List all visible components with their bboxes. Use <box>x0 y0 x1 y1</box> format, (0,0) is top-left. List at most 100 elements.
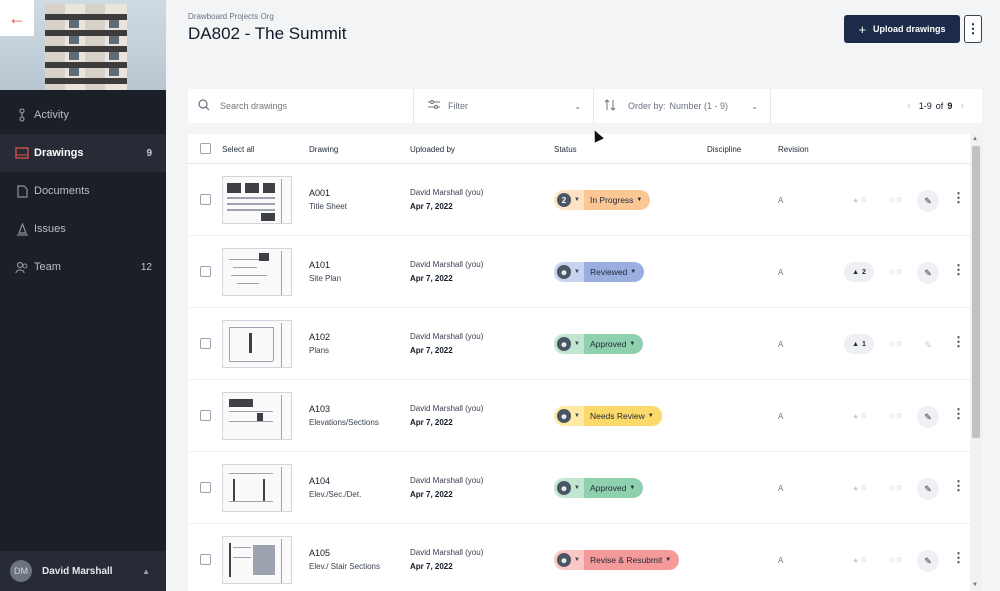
table-row[interactable]: A001 Title Sheet David Marshall (you) Ap… <box>188 164 970 236</box>
drawing-thumbnail[interactable] <box>222 320 292 368</box>
sidebar-nav: Activity Drawings 9 Documents Issues Tea… <box>0 96 166 286</box>
assignee-selector[interactable]: ☻ ▼ <box>554 334 584 354</box>
status-badge[interactable]: ☻ ▼ Needs Review ▼ <box>554 406 662 426</box>
order-by-dropdown[interactable]: Order by: Number (1 - 9) ⌄ <box>594 89 771 123</box>
building-photo <box>45 4 127 90</box>
assignee-selector[interactable]: ☻ ▼ <box>554 406 584 426</box>
row-checkbox[interactable] <box>200 266 211 277</box>
table-row[interactable]: A101 Site Plan David Marshall (you) Apr … <box>188 236 970 308</box>
sidebar-item-drawings[interactable]: Drawings 9 <box>0 134 166 172</box>
chevron-down-icon: ▼ <box>574 557 580 563</box>
edit-button[interactable]: ✎ <box>917 550 939 572</box>
tags-count-button[interactable]: ◇ 0 <box>880 190 910 210</box>
table-row[interactable]: A104 Elev./Sec./Det. David Marshall (you… <box>188 452 970 524</box>
drawing-thumbnail[interactable] <box>222 536 292 584</box>
issues-count-button[interactable]: ▲ 1 <box>844 334 874 354</box>
assignee-selector[interactable]: ☻ ▼ <box>554 478 584 498</box>
edit-button[interactable]: ✎ <box>917 406 939 428</box>
issues-count-button[interactable]: ▲ 0 <box>844 406 874 426</box>
issues-count-button[interactable]: ▲ 0 <box>844 478 874 498</box>
row-checkbox[interactable] <box>200 194 211 205</box>
scroll-up-icon[interactable]: ▲ <box>972 136 978 142</box>
avatar: DM <box>10 560 32 582</box>
drawing-name: Elevations/Sections <box>309 418 379 427</box>
next-page-icon[interactable]: › <box>960 100 964 112</box>
assignee-avatar: ☻ <box>557 409 571 423</box>
status-selector[interactable]: Revise & Resubmit ▼ <box>583 550 680 570</box>
drawing-thumbnail[interactable] <box>222 392 292 440</box>
back-button[interactable]: ← <box>0 0 34 36</box>
table-row[interactable]: A103 Elevations/Sections David Marshall … <box>188 380 970 452</box>
row-checkbox[interactable] <box>200 338 211 349</box>
issues-count-button[interactable]: ▲ 0 <box>844 190 874 210</box>
status-selector[interactable]: Approved ▼ <box>583 334 644 354</box>
drawing-number[interactable]: A001 <box>309 188 330 198</box>
search-input[interactable] <box>220 101 380 111</box>
header-revision[interactable]: Revision <box>778 145 809 154</box>
upload-drawings-button[interactable]: + Upload drawings <box>844 15 960 43</box>
row-more-button[interactable]: ⋮ <box>952 334 965 350</box>
header-drawing[interactable]: Drawing <box>309 145 338 154</box>
drawing-number[interactable]: A101 <box>309 260 330 270</box>
more-options-button[interactable]: ⋮ <box>964 15 982 43</box>
filter-dropdown[interactable]: Filter ⌄ <box>414 89 594 123</box>
status-selector[interactable]: Approved ▼ <box>583 478 644 498</box>
drawing-number[interactable]: A102 <box>309 332 330 342</box>
edit-button[interactable]: ✎ <box>917 334 939 356</box>
drawing-thumbnail[interactable] <box>222 248 292 296</box>
row-checkbox[interactable] <box>200 410 211 421</box>
tags-count-button[interactable]: ◇ 0 <box>880 262 910 282</box>
drawing-number[interactable]: A103 <box>309 404 330 414</box>
issues-count-button[interactable]: ▲ 2 <box>844 262 874 282</box>
assignee-selector[interactable]: ☻ ▼ <box>554 550 584 570</box>
edit-button[interactable]: ✎ <box>917 262 939 284</box>
drawing-thumbnail[interactable] <box>222 464 292 512</box>
status-label: Approved <box>589 483 627 493</box>
status-badge[interactable]: ☻ ▼ Approved ▼ <box>554 478 644 498</box>
row-more-button[interactable]: ⋮ <box>952 550 965 566</box>
drawing-number[interactable]: A105 <box>309 548 330 558</box>
header-status[interactable]: Status <box>554 145 577 154</box>
sidebar-item-team[interactable]: Team 12 <box>0 248 166 286</box>
tags-count-button[interactable]: ◇ 0 <box>880 478 910 498</box>
header-discipline[interactable]: Discipline <box>707 145 741 154</box>
user-menu[interactable]: DM David Marshall ▲ <box>0 551 166 591</box>
tags-count-button[interactable]: ◇ 0 <box>880 550 910 570</box>
status-badge[interactable]: ☻ ▼ Reviewed ▼ <box>554 262 645 282</box>
row-checkbox[interactable] <box>200 554 211 565</box>
scrollbar-thumb[interactable] <box>972 146 980 438</box>
sidebar-item-activity[interactable]: Activity <box>0 96 166 134</box>
select-all-checkbox[interactable] <box>200 143 211 154</box>
status-badge[interactable]: ☻ ▼ Approved ▼ <box>554 334 644 354</box>
tags-count-button[interactable]: ◇ 0 <box>880 406 910 426</box>
status-selector[interactable]: In Progress ▼ <box>583 190 651 210</box>
drawing-thumbnail[interactable] <box>222 176 292 224</box>
row-more-button[interactable]: ⋮ <box>952 406 965 422</box>
sidebar-item-issues[interactable]: Issues <box>0 210 166 248</box>
status-label: Reviewed <box>589 267 628 277</box>
chevron-down-icon: ▼ <box>665 557 672 563</box>
status-selector[interactable]: Needs Review ▼ <box>583 406 662 426</box>
header-uploaded-by[interactable]: Uploaded by <box>410 145 455 154</box>
assignee-selector[interactable]: 2 ▼ <box>554 190 584 210</box>
prev-page-icon[interactable]: ‹ <box>907 100 911 112</box>
issues-count-button[interactable]: ▲ 0 <box>844 550 874 570</box>
tags-count-button[interactable]: ◇ 0 <box>880 334 910 354</box>
status-selector[interactable]: Reviewed ▼ <box>583 262 645 282</box>
row-checkbox[interactable] <box>200 482 211 493</box>
status-badge[interactable]: 2 ▼ In Progress ▼ <box>554 190 651 210</box>
drawing-number[interactable]: A104 <box>309 476 330 486</box>
sidebar-item-documents[interactable]: Documents <box>0 172 166 210</box>
scroll-down-icon[interactable]: ▼ <box>972 582 978 588</box>
upload-date: Apr 7, 2022 <box>410 202 453 211</box>
edit-button[interactable]: ✎ <box>917 190 939 212</box>
row-more-button[interactable]: ⋮ <box>952 190 965 206</box>
edit-button[interactable]: ✎ <box>917 478 939 500</box>
chevron-down-icon: ▼ <box>647 413 654 419</box>
row-more-button[interactable]: ⋮ <box>952 262 965 278</box>
table-row[interactable]: A105 Elev./ Stair Sections David Marshal… <box>188 524 970 591</box>
status-badge[interactable]: ☻ ▼ Revise & Resubmit ▼ <box>554 550 680 570</box>
assignee-selector[interactable]: ☻ ▼ <box>554 262 584 282</box>
row-more-button[interactable]: ⋮ <box>952 478 965 494</box>
table-row[interactable]: A102 Plans David Marshall (you) Apr 7, 2… <box>188 308 970 380</box>
